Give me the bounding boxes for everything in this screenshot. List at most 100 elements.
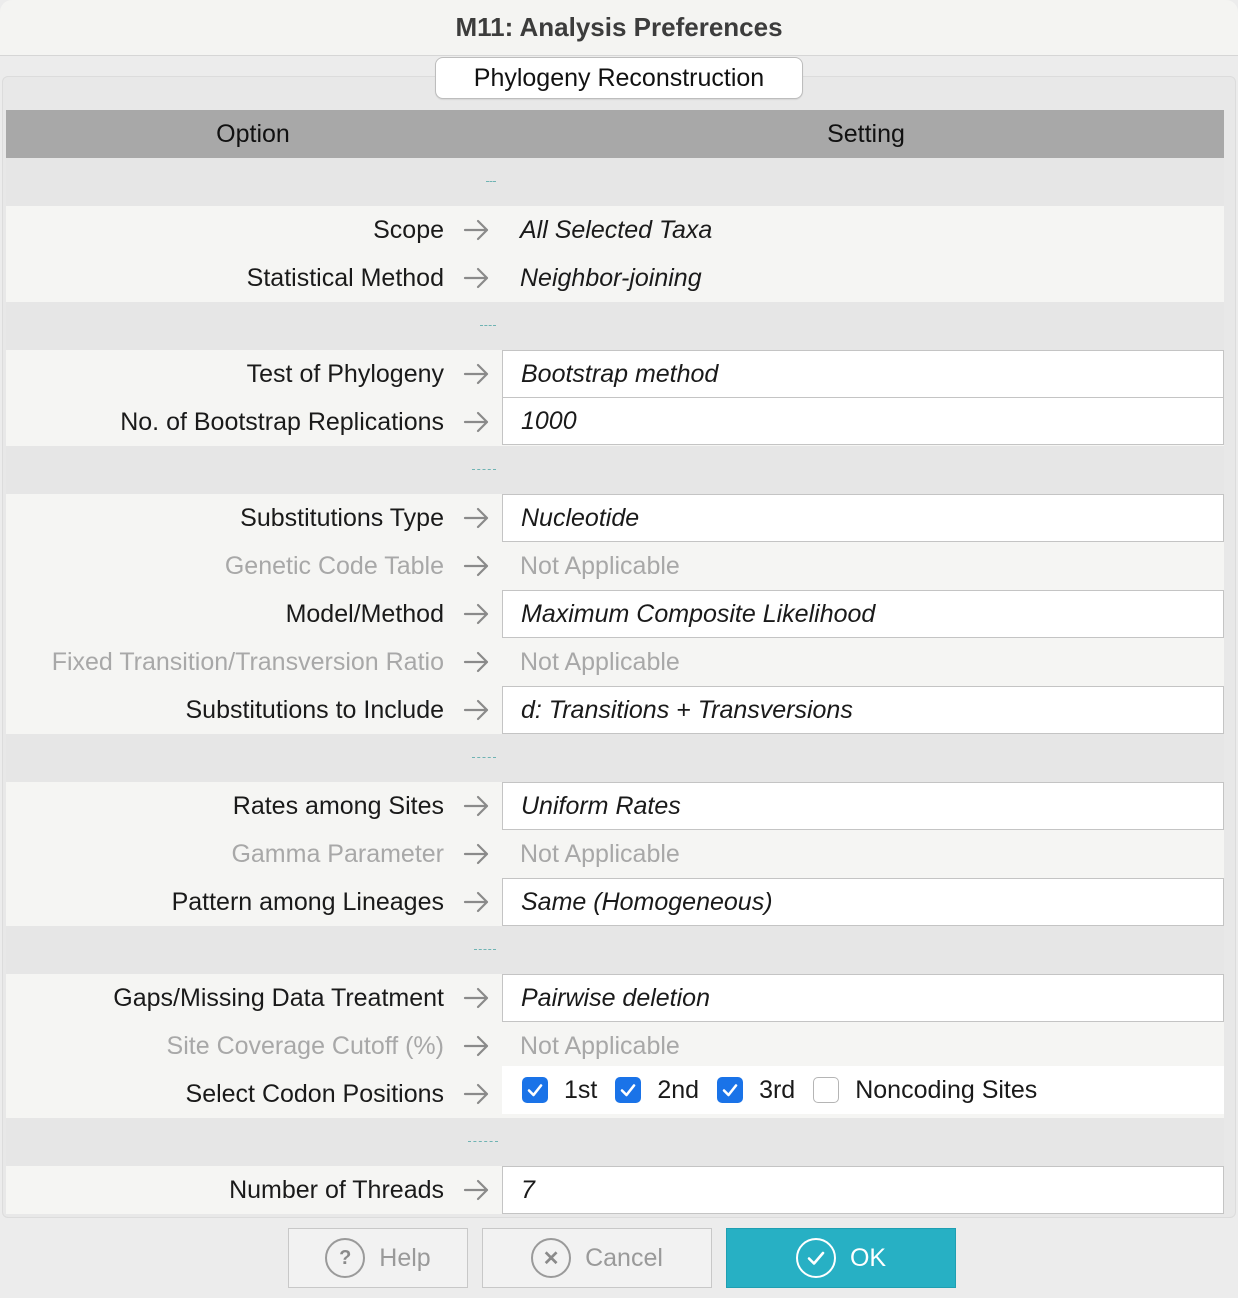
window-title: M11: Analysis Preferences: [455, 12, 783, 42]
option-label: No. of Bootstrap Replications: [120, 407, 444, 436]
ok-button[interactable]: OK: [726, 1228, 956, 1288]
title-bar[interactable]: M11: Analysis Preferences: [0, 0, 1238, 56]
codon-1st-checkbox[interactable]: [522, 1077, 548, 1103]
row-bootstrap-replications: No. of Bootstrap Replications 1000: [6, 397, 1224, 446]
cancel-button[interactable]: ✕ Cancel: [482, 1228, 712, 1288]
setting-value: Not Applicable: [520, 1031, 680, 1060]
setting-value[interactable]: Neighbor-joining: [502, 254, 1224, 302]
arrow-right-icon: [463, 891, 489, 913]
setting-value: Not Applicable: [520, 839, 680, 868]
row-genetic-code-table: Genetic Code Table Not Applicable: [6, 542, 1224, 590]
arrow-right-icon: [463, 507, 489, 529]
column-header-setting: Setting: [827, 119, 905, 148]
row-pattern-among-lineages: Pattern among Lineages Same (Homogeneous…: [6, 878, 1224, 926]
setting-dropdown[interactable]: Same (Homogeneous): [502, 878, 1224, 926]
checkmark-icon: [621, 1084, 636, 1097]
tab-phylogeny-reconstruction[interactable]: Phylogeny Reconstruction: [435, 57, 803, 99]
checkmark-icon: [527, 1084, 543, 1097]
arrow-right-icon: [463, 987, 489, 1009]
table-header: Option Setting: [6, 110, 1224, 158]
group-data-subset: Gaps/Missing Data Treatment Pairwise del…: [6, 974, 1224, 1118]
option-label: Model/Method: [285, 599, 444, 628]
row-gamma-parameter: Gamma Parameter Not Applicable: [6, 830, 1224, 878]
option-label: Test of Phylogeny: [246, 359, 444, 388]
option-label: Pattern among Lineages: [171, 887, 444, 916]
group-test-phylogeny: Test of Phylogeny Bootstrap method No. o…: [6, 350, 1224, 446]
arrow-right-icon: [463, 1035, 489, 1057]
ok-button-label: OK: [849, 1243, 887, 1272]
option-label: Fixed Transition/Transversion Ratio: [51, 647, 444, 676]
row-gaps-missing-data: Gaps/Missing Data Treatment Pairwise del…: [6, 974, 1224, 1022]
noncoding-sites-checkbox[interactable]: [813, 1077, 840, 1103]
arrow-right-icon: [463, 1179, 489, 1201]
group-system: Number of Threads 7: [6, 1166, 1224, 1214]
option-label: Gamma Parameter: [231, 839, 444, 868]
group-rates: Rates among Sites Uniform Rates Gamma Pa…: [6, 782, 1224, 926]
noncoding-sites-label[interactable]: Noncoding Sites: [855, 1076, 1037, 1105]
codon-2nd-label[interactable]: 2nd: [657, 1076, 699, 1105]
arrow-right-icon: [463, 1083, 489, 1105]
row-test-of-phylogeny: Test of Phylogeny Bootstrap method: [6, 350, 1224, 398]
column-header-option: Option: [216, 119, 290, 148]
codon-2nd-checkbox[interactable]: [615, 1077, 642, 1103]
row-number-of-threads: Number of Threads 7: [6, 1166, 1224, 1214]
codon-positions-checkboxes: 1st 2nd 3rd Noncoding Sites: [502, 1066, 1224, 1114]
section-separator: [6, 446, 1224, 494]
arrow-right-icon: [463, 363, 489, 385]
row-substitutions-to-include: Substitutions to Include d: Transitions …: [6, 686, 1224, 734]
arrow-right-icon: [463, 219, 489, 241]
setting-input[interactable]: 7: [502, 1166, 1224, 1214]
setting-dropdown[interactable]: Maximum Composite Likelihood: [502, 590, 1224, 638]
arrow-right-icon: [463, 651, 489, 673]
checkmark-circle-icon: [795, 1238, 836, 1278]
arrow-right-icon: [463, 555, 489, 577]
option-label: Statistical Method: [246, 263, 444, 292]
help-button[interactable]: ? Help: [288, 1228, 468, 1288]
row-select-codon-positions: Select Codon Positions 1st 2nd 3rd Nonco…: [6, 1066, 1224, 1118]
arrow-right-icon: [463, 795, 489, 817]
section-separator: [6, 734, 1224, 782]
setting-dropdown[interactable]: Bootstrap method: [502, 350, 1224, 398]
analysis-preferences-window: M11: Analysis Preferences Phylogeny Reco…: [0, 0, 1238, 1298]
option-label: Scope: [373, 215, 444, 244]
setting-dropdown[interactable]: Pairwise deletion: [502, 974, 1224, 1022]
arrow-right-icon: [463, 699, 489, 721]
codon-3rd-label[interactable]: 3rd: [759, 1076, 795, 1105]
cancel-button-label: Cancel: [585, 1243, 663, 1272]
setting-dropdown[interactable]: Uniform Rates: [502, 782, 1224, 830]
option-label: Select Codon Positions: [185, 1079, 444, 1108]
setting-dropdown[interactable]: d: Transitions + Transversions: [502, 686, 1224, 734]
row-rates-among-sites: Rates among Sites Uniform Rates: [6, 782, 1224, 830]
section-separator: [6, 926, 1224, 974]
arrow-right-icon: [463, 267, 489, 289]
arrow-right-icon: [463, 843, 489, 865]
row-scope: Scope All Selected Taxa: [6, 206, 1224, 254]
row-ts-tv-ratio: Fixed Transition/Transversion Ratio Not …: [6, 638, 1224, 686]
setting-value[interactable]: All Selected Taxa: [502, 206, 1224, 254]
codon-1st-label[interactable]: 1st: [564, 1076, 597, 1105]
section-separator: [6, 1118, 1224, 1166]
row-site-coverage-cutoff: Site Coverage Cutoff (%) Not Applicable: [6, 1022, 1224, 1070]
option-label: Substitutions to Include: [185, 695, 445, 724]
row-model-method: Model/Method Maximum Composite Likelihoo…: [6, 590, 1224, 638]
option-label: Genetic Code Table: [224, 551, 444, 580]
group-substitution-model: Substitutions Type Nucleotide Genetic Co…: [6, 494, 1224, 734]
option-label: Rates among Sites: [232, 791, 444, 820]
option-label: Gaps/Missing Data Treatment: [113, 983, 444, 1012]
group-scope-method: Scope All Selected Taxa Statistical Meth…: [6, 206, 1224, 302]
setting-dropdown[interactable]: Nucleotide: [502, 494, 1224, 542]
checkmark-icon: [722, 1084, 738, 1097]
row-statistical-method: Statistical Method Neighbor-joining: [6, 254, 1224, 302]
close-icon: ✕: [531, 1238, 572, 1278]
option-label: Number of Threads: [229, 1175, 444, 1204]
setting-value: Not Applicable: [520, 551, 680, 580]
help-button-label: Help: [379, 1243, 431, 1272]
option-label: Substitutions Type: [240, 503, 444, 532]
question-icon: ?: [325, 1238, 366, 1278]
setting-value: Not Applicable: [520, 647, 680, 676]
arrow-right-icon: [463, 411, 489, 433]
codon-3rd-checkbox[interactable]: [717, 1077, 744, 1103]
section-separator: [6, 302, 1224, 350]
section-separator: [6, 158, 1224, 206]
setting-input[interactable]: 1000: [502, 397, 1224, 445]
